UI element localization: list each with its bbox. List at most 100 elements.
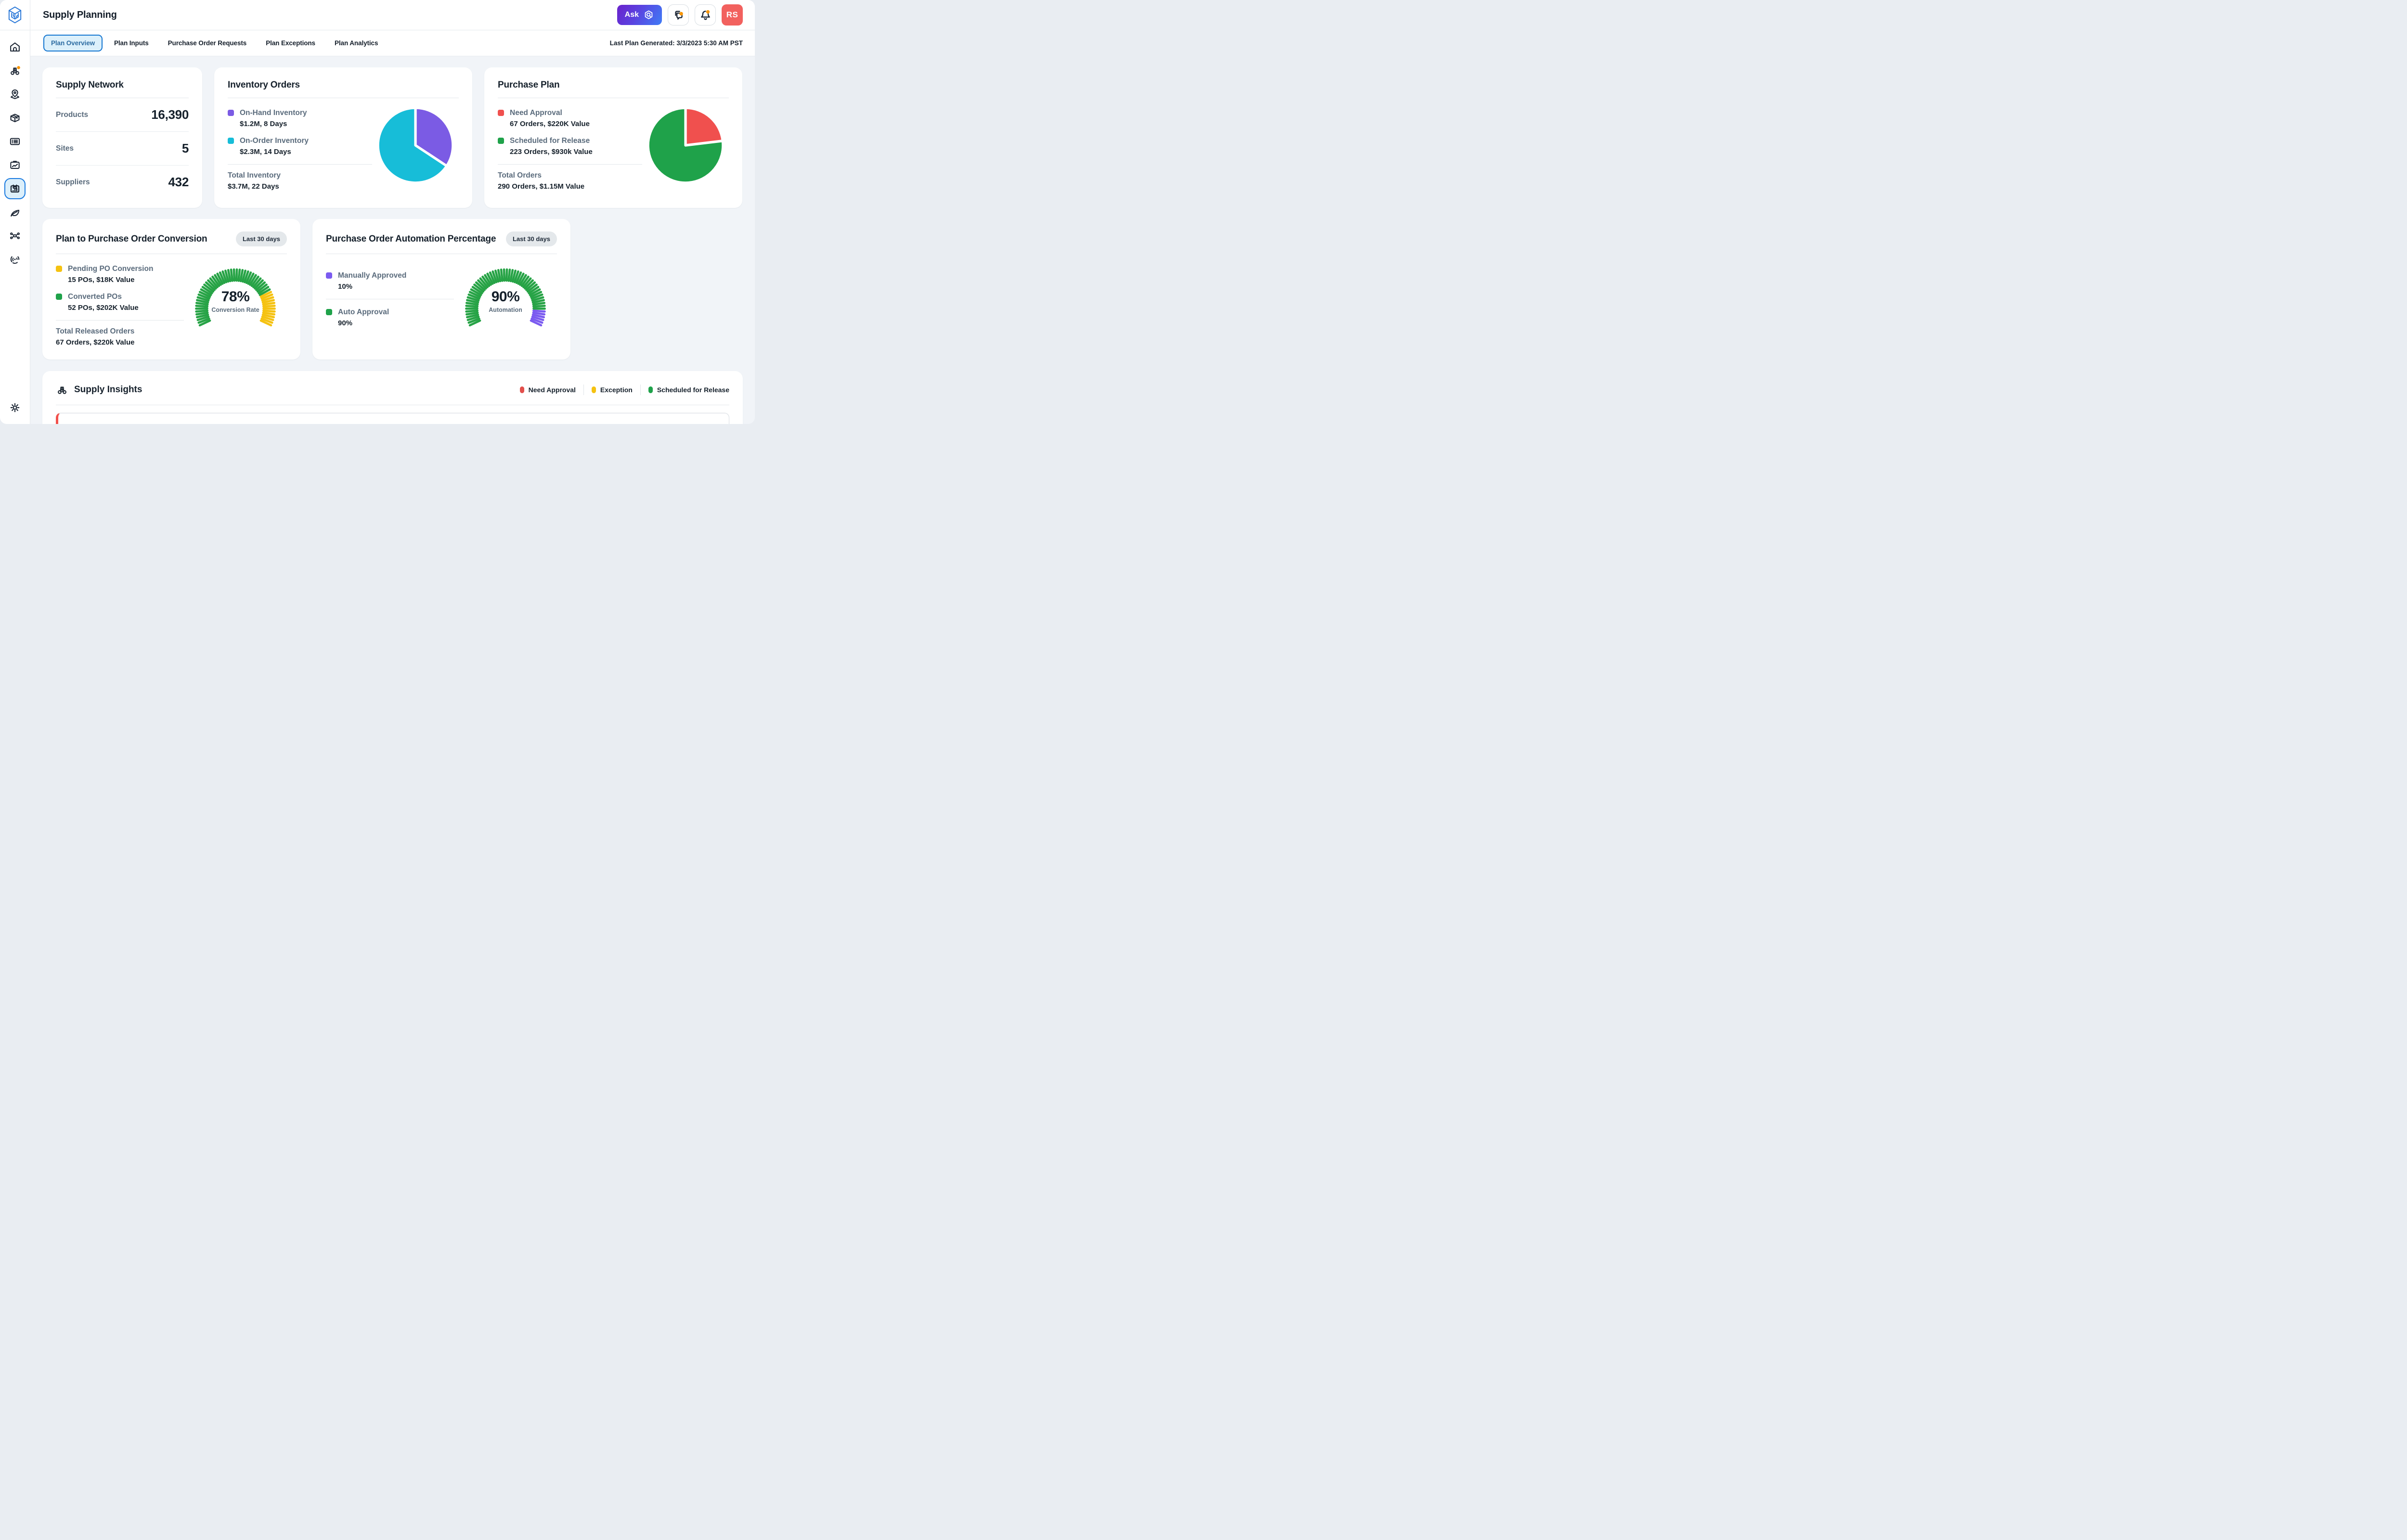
legend-on-order-inventory: On-Order Inventory $2.3M, 14 Days: [228, 137, 372, 156]
notifications-button[interactable]: [695, 4, 716, 26]
total-label: Total Orders: [498, 171, 642, 180]
legend-swatch: [228, 110, 234, 116]
legend-pending-po-conversion: Pending PO Conversion 15 POs, $18K Value: [56, 265, 184, 284]
legend-value: 90%: [338, 319, 454, 327]
stat-row-suppliers: Suppliers 432: [56, 166, 189, 199]
summary-cards-row: Supply Network Products 16,390 Sites 5 S…: [42, 67, 743, 208]
sidebar-item-home[interactable]: [4, 37, 26, 58]
insight-list-item[interactable]: [56, 413, 729, 424]
legend-manually-approved: Manually Approved 10%: [326, 271, 454, 291]
tab-plan-overview[interactable]: Plan Overview: [43, 35, 103, 51]
tab-plan-analytics[interactable]: Plan Analytics: [327, 35, 386, 51]
stat-row-sites: Sites 5: [56, 132, 189, 166]
stat-label: Suppliers: [56, 178, 90, 187]
tab-plan-exceptions[interactable]: Plan Exceptions: [258, 35, 323, 51]
divider: [583, 385, 584, 395]
gauge-label: Conversion Rate: [184, 307, 287, 313]
time-range-badge[interactable]: Last 30 days: [506, 231, 557, 246]
pie-chart-svg: [646, 105, 725, 185]
network-nodes-icon: [9, 230, 21, 242]
page-title: Supply Planning: [43, 10, 117, 21]
legend-swatch: [498, 138, 504, 144]
automation-gauge-chart: 90% Automation: [454, 256, 557, 335]
sidebar-item-settings[interactable]: [4, 397, 26, 418]
legend-dot: [648, 386, 653, 393]
tab-purchase-order-requests[interactable]: Purchase Order Requests: [160, 35, 255, 51]
legend-label: On-Order Inventory: [240, 137, 309, 145]
legend-value: 52 POs, $202K Value: [68, 304, 184, 312]
sidebar-item-targets[interactable]: [4, 249, 26, 270]
automation-title: Purchase Order Automation Percentage: [326, 234, 496, 244]
binoculars-icon: [9, 64, 21, 77]
sidebar-item-insights[interactable]: [4, 60, 26, 81]
chat-bubbles-icon: [672, 9, 685, 22]
sidebar-item-sustainability[interactable]: [4, 202, 26, 223]
legend-value: 67 Orders, $220K Value: [510, 120, 642, 128]
legend-scheduled-for-release: Scheduled for Release 223 Orders, $930k …: [498, 137, 642, 156]
tabs-bar: Plan Overview Plan Inputs Purchase Order…: [30, 30, 755, 56]
gauge-text: 78% Conversion Rate: [184, 289, 287, 313]
total-label: Total Released Orders: [56, 327, 184, 336]
legend-swatch: [228, 138, 234, 144]
supply-insights-card: Supply Insights Need Approval Exception: [42, 371, 743, 424]
legend-need-approval: Need Approval: [520, 386, 576, 394]
stat-label: Products: [56, 111, 88, 119]
total-label: Total Inventory: [228, 171, 372, 180]
home-icon: [9, 41, 21, 53]
supply-plan-board-icon: [9, 182, 21, 195]
feedback-chat-button[interactable]: [668, 4, 689, 26]
legend-swatch: [56, 294, 62, 300]
sidebar-item-network[interactable]: [4, 225, 26, 246]
legend-label: Converted POs: [68, 293, 122, 301]
sidebar-item-shipments[interactable]: [4, 107, 26, 128]
last-plan-generated: Last Plan Generated: 3/3/2023 5:30 AM PS…: [610, 39, 743, 47]
ask-button[interactable]: Ask: [617, 5, 662, 25]
sidebar-item-locations[interactable]: [4, 84, 26, 105]
gauge-text: 90% Automation: [454, 289, 557, 313]
time-range-badge[interactable]: Last 30 days: [236, 231, 287, 246]
stat-value: 16,390: [151, 107, 189, 122]
sidebar-item-inventory-list[interactable]: [4, 131, 26, 152]
legend-label: Exception: [600, 386, 633, 394]
list-card-icon: [9, 135, 21, 148]
tab-plan-inputs[interactable]: Plan Inputs: [106, 35, 156, 51]
legend-dot: [592, 386, 596, 393]
ask-button-label: Ask: [625, 11, 639, 19]
conversion-title: Plan to Purchase Order Conversion: [56, 234, 207, 244]
supply-insights-title: Supply Insights: [74, 385, 142, 395]
legend-label: Pending PO Conversion: [68, 265, 153, 273]
sidebar-item-demand-plans[interactable]: [4, 154, 26, 176]
legend-value: 223 Orders, $930k Value: [510, 148, 642, 156]
legend-label: Need Approval: [510, 109, 562, 117]
inventory-orders-title: Inventory Orders: [228, 80, 459, 90]
divider: [640, 385, 641, 395]
inventory-pie-chart: [372, 100, 459, 191]
legend-value: $1.2M, 8 Days: [240, 120, 372, 128]
gauge-label: Automation: [454, 307, 557, 313]
legend-label: Auto Approval: [338, 308, 389, 317]
leaf-icon: [9, 206, 21, 218]
divider: [56, 320, 184, 321]
sidebar-nav: [0, 30, 30, 424]
legend-value: 15 POs, $18K Value: [68, 276, 184, 284]
user-avatar[interactable]: RS: [722, 4, 743, 26]
notification-dot: [679, 12, 683, 15]
legend-swatch: [56, 266, 62, 272]
stat-value: 432: [168, 175, 189, 190]
legend-swatch: [498, 110, 504, 116]
purchase-plan-card: Purchase Plan Need Approval 67 Orders, $…: [484, 67, 742, 208]
amazon-q-icon: [643, 10, 654, 21]
legend-scheduled-for-release: Scheduled for Release: [648, 386, 729, 394]
legend-dot: [520, 386, 524, 393]
app-logo[interactable]: [0, 0, 30, 30]
legend-value: $2.3M, 14 Days: [240, 148, 372, 156]
sidebar-item-supply-planning[interactable]: [4, 178, 26, 199]
legend-need-approval: Need Approval 67 Orders, $220K Value: [498, 109, 642, 128]
automation-card: Purchase Order Automation Percentage Las…: [312, 219, 570, 359]
divider: [498, 164, 642, 165]
stat-row-products: Products 16,390: [56, 98, 189, 132]
gear-icon: [9, 401, 21, 414]
main-content: Supply Network Products 16,390 Sites 5 S…: [30, 56, 755, 424]
legend-on-hand-inventory: On-Hand Inventory $1.2M, 8 Days: [228, 109, 372, 128]
top-bar: Supply Planning Ask: [0, 0, 755, 30]
